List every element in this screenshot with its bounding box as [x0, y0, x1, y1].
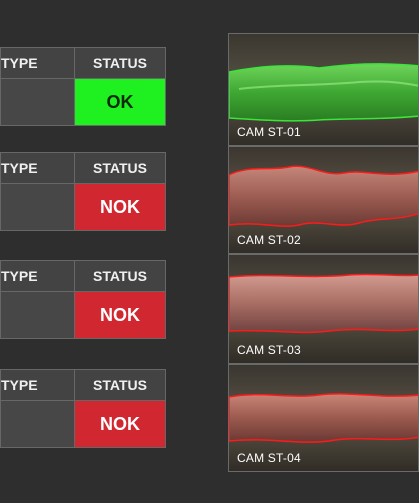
type-value: [0, 78, 75, 126]
status-header: STATUS: [74, 47, 166, 79]
type-header: TYPE: [0, 369, 75, 401]
camera-view-st02[interactable]: CAM ST-02: [228, 146, 419, 254]
camera-view-st04[interactable]: CAM ST-04: [228, 364, 419, 472]
camera-view-st01[interactable]: CAM ST-01: [228, 33, 419, 146]
status-header: STATUS: [74, 369, 166, 401]
status-badge: NOK: [74, 400, 166, 448]
type-header: TYPE: [0, 47, 75, 79]
type-value: [0, 183, 75, 231]
status-badge: NOK: [74, 291, 166, 339]
status-badge: NOK: [74, 183, 166, 231]
type-header: TYPE: [0, 152, 75, 184]
camera-label: CAM ST-03: [237, 343, 301, 357]
status-header: STATUS: [74, 152, 166, 184]
camera-label: CAM ST-01: [237, 125, 301, 139]
camera-label: CAM ST-02: [237, 233, 301, 247]
camera-view-st03[interactable]: CAM ST-03: [228, 254, 419, 364]
type-value: [0, 400, 75, 448]
camera-label: CAM ST-04: [237, 451, 301, 465]
type-value: [0, 291, 75, 339]
status-badge: OK: [74, 78, 166, 126]
type-header: TYPE: [0, 260, 75, 292]
status-header: STATUS: [74, 260, 166, 292]
